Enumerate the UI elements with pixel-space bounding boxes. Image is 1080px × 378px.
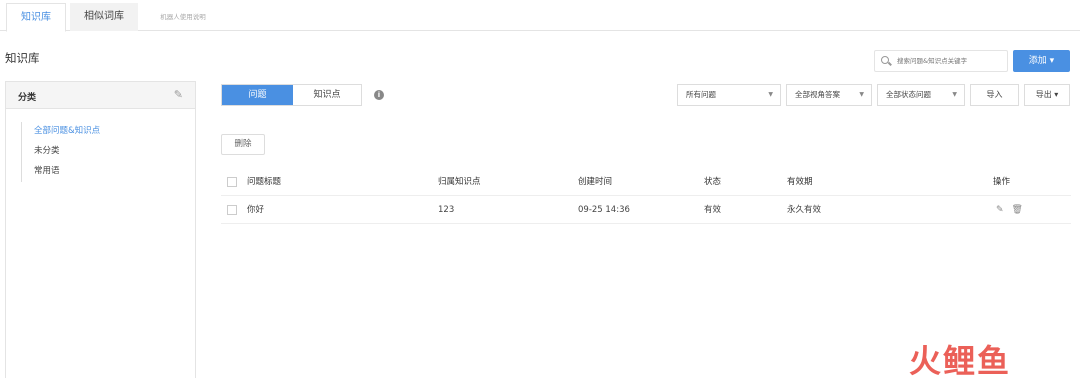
header-actions: 操作 [993, 177, 1011, 187]
caret-down-icon: ▼ [859, 91, 864, 98]
question-table: 问题标题 归属知识点 创建时间 状态 有效期 操作 你好 123 09-25 1… [221, 168, 1071, 224]
category-item-common-phrases[interactable]: 常用语 [34, 162, 100, 182]
delete-icon[interactable]: 🗑 [1012, 205, 1023, 215]
filter-status-label: 全部状态问题 [886, 90, 931, 99]
category-list: 全部问题&知识点 未分类 常用语 [21, 122, 100, 182]
add-button[interactable]: 添加 ▾ [1013, 50, 1070, 72]
caret-down-icon: ▾ [1049, 56, 1055, 66]
header-validity: 有效期 [787, 177, 813, 187]
tab-robot-guide[interactable]: 机器人使用说明 [148, 3, 218, 31]
category-sidebar: 分类 ✎ 全部问题&知识点 未分类 常用语 [5, 81, 196, 378]
search-input[interactable] [897, 54, 1003, 68]
search-box[interactable] [874, 50, 1008, 72]
cell-created-time: 09-25 14:36 [578, 205, 630, 215]
tab-similar-words[interactable]: 相似词库 [70, 3, 138, 31]
add-button-label: 添加 [1028, 56, 1047, 66]
header-knowledge-point: 归属知识点 [438, 177, 481, 187]
header-created-time: 创建时间 [578, 177, 613, 187]
row-checkbox[interactable] [227, 205, 237, 215]
export-button-label: 导出 [1035, 90, 1052, 99]
table-header: 问题标题 归属知识点 创建时间 状态 有效期 操作 [221, 168, 1071, 196]
header-title: 问题标题 [247, 177, 282, 187]
export-button[interactable]: 导出 ▾ [1024, 84, 1070, 106]
sidebar-header: 分类 ✎ [6, 82, 195, 109]
tab-knowledge-base[interactable]: 知识库 [6, 3, 66, 32]
filter-status[interactable]: 全部状态问题 ▼ [877, 84, 965, 106]
category-item-all[interactable]: 全部问题&知识点 [34, 122, 100, 142]
edit-icon[interactable]: ✎ [996, 205, 1004, 215]
delete-button[interactable]: 删除 [221, 134, 265, 155]
info-icon[interactable]: i [374, 90, 384, 100]
table-row: 你好 123 09-25 14:36 有效 永久有效 ✎ 🗑 [221, 196, 1071, 224]
search-icon [881, 56, 889, 64]
category-item-uncategorized[interactable]: 未分类 [34, 142, 100, 162]
cell-status: 有效 [704, 205, 722, 215]
cell-validity: 永久有效 [787, 205, 822, 215]
toggle-questions[interactable]: 问题 [222, 85, 293, 105]
import-button[interactable]: 导入 [970, 84, 1019, 106]
cell-title: 你好 [247, 205, 265, 215]
filter-questions-label: 所有问题 [686, 90, 716, 99]
row-actions: ✎ 🗑 [996, 196, 1031, 224]
sidebar-title: 分类 [18, 93, 37, 103]
page-title: 知识库 [5, 51, 40, 65]
select-all-checkbox[interactable] [227, 177, 237, 187]
caret-down-icon: ▼ [952, 91, 957, 98]
header-status: 状态 [704, 177, 722, 187]
caret-down-icon: ▼ [768, 91, 773, 98]
toggle-knowledge-points[interactable]: 知识点 [293, 85, 361, 105]
edit-icon[interactable]: ✎ [174, 88, 183, 101]
watermark-logo: 火鲤鱼 [909, 342, 1012, 378]
filter-questions[interactable]: 所有问题 ▼ [677, 84, 781, 106]
filter-perspective[interactable]: 全部视角答案 ▼ [786, 84, 872, 106]
filter-perspective-label: 全部视角答案 [795, 90, 840, 99]
view-toggle: 问题 知识点 [221, 84, 362, 106]
caret-down-icon: ▾ [1054, 90, 1059, 99]
cell-knowledge-point: 123 [438, 205, 455, 215]
tab-bar: 知识库 相似词库 机器人使用说明 [0, 0, 1080, 32]
